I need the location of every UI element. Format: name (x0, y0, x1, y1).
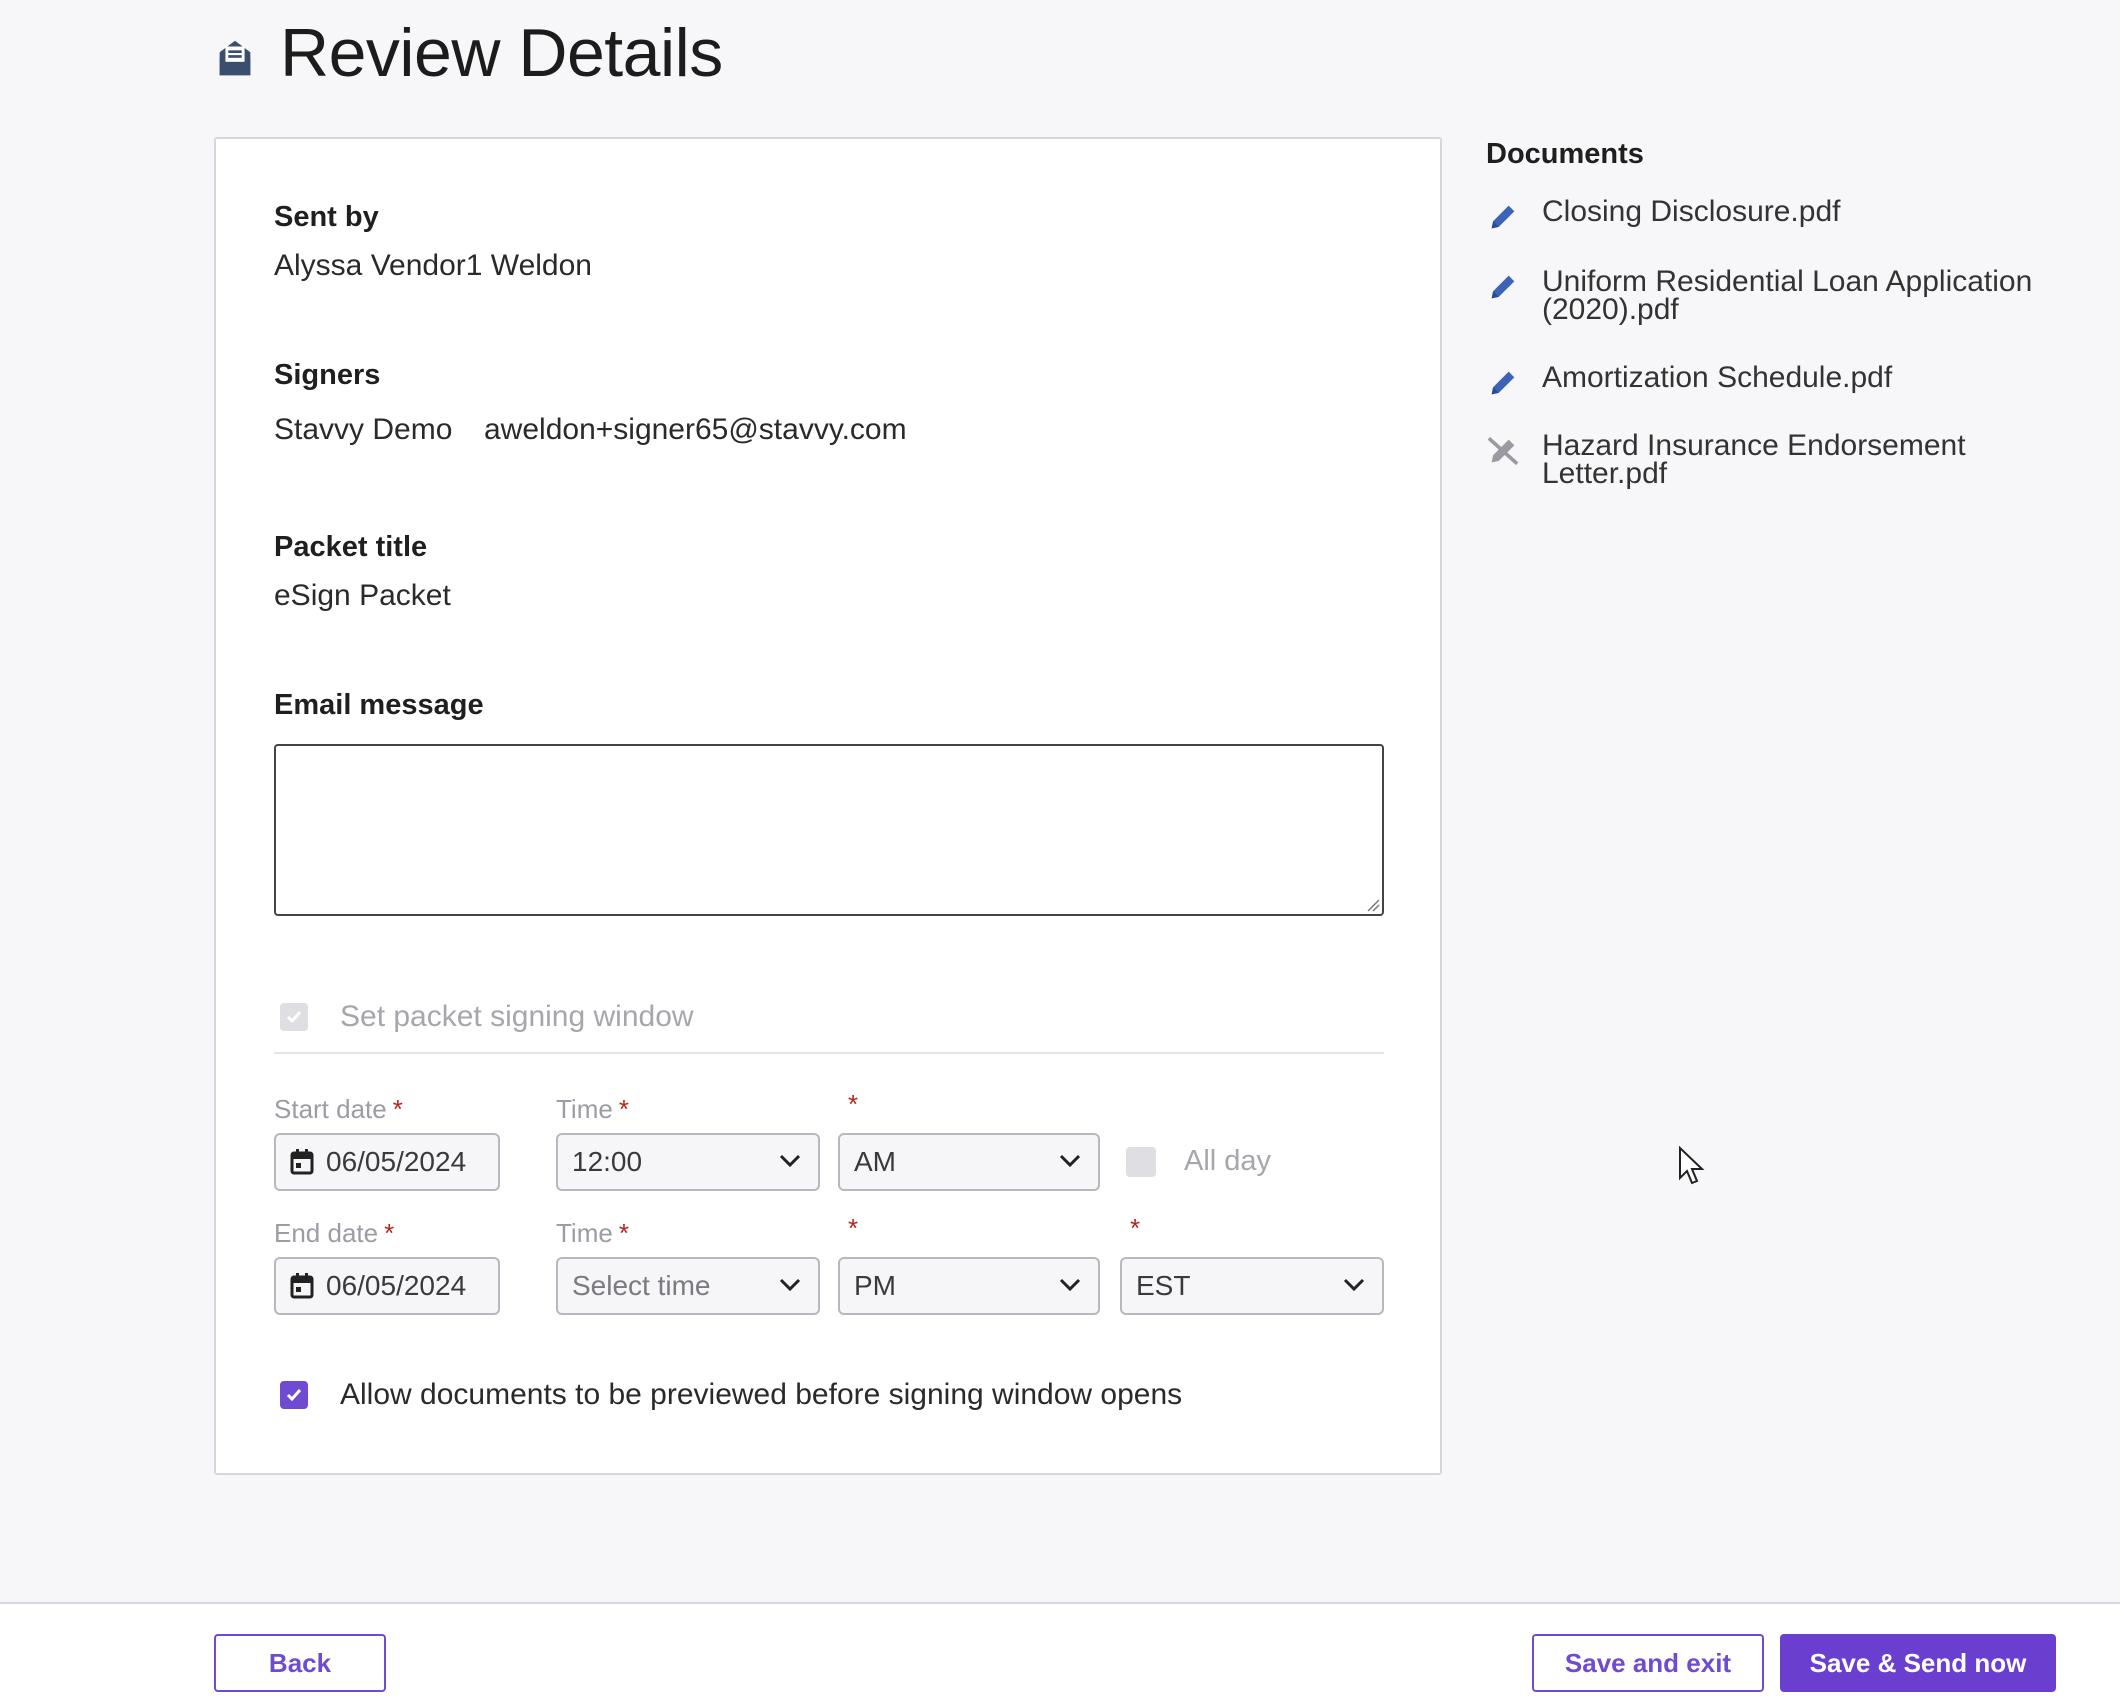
start-time-value: 12:00 (572, 1146, 643, 1177)
pencil-off-icon (1487, 436, 1519, 466)
documents-title: Documents (1486, 138, 1644, 170)
calendar-icon (290, 1273, 314, 1299)
end-time-placeholder: Select time (572, 1270, 711, 1301)
document-item[interactable]: Amortization Schedule.pdf (1486, 361, 2086, 400)
preview-checkbox[interactable] (280, 1381, 308, 1409)
signer-name: Stavvy Demo (274, 413, 453, 446)
start-ampm-required-mark: * (848, 1089, 859, 1119)
envelope-icon (219, 40, 251, 76)
sent-by-value: Alyssa Vendor1 Weldon (274, 249, 592, 282)
document-name: Hazard Insurance Endorsement Letter.pdf (1542, 429, 1966, 490)
save-and-exit-button[interactable]: Save and exit (1532, 1634, 1764, 1692)
pencil-icon (1491, 275, 1515, 299)
document-item[interactable]: Hazard Insurance Endorsement Letter.pdf (1486, 429, 2086, 490)
document-item[interactable]: Closing Disclosure.pdf (1486, 195, 2086, 234)
packet-title-value: eSign Packet (274, 579, 451, 612)
document-item[interactable]: Uniform Residential Loan Application (20… (1486, 265, 2086, 326)
checkmark-icon (286, 1389, 302, 1402)
signing-window-label: Set packet signing window (340, 1000, 694, 1033)
pencil-icon (1491, 205, 1515, 229)
chevron-down-icon (1343, 1278, 1365, 1292)
packet-title-label: Packet title (274, 531, 428, 563)
start-ampm-value: AM (854, 1146, 896, 1177)
document-name: Uniform Residential Loan Application (20… (1542, 265, 2033, 326)
signing-window-checkbox[interactable] (280, 1003, 308, 1031)
chevron-down-icon (1059, 1278, 1081, 1292)
start-date-label: Start date * (274, 1094, 403, 1124)
section-divider (274, 1052, 1384, 1054)
end-date-label: End date * (274, 1218, 395, 1248)
start-date-input[interactable]: 06/05/2024 (274, 1133, 500, 1191)
end-date-value: 06/05/2024 (326, 1270, 467, 1301)
chevron-down-icon (1059, 1154, 1081, 1168)
document-name: Closing Disclosure.pdf (1542, 195, 1841, 228)
end-ampm-required-mark: * (848, 1213, 859, 1243)
preview-label: Allow documents to be previewed before s… (340, 1378, 1183, 1411)
timezone-required-mark: * (1130, 1213, 1141, 1243)
page-header: Review Details (212, 14, 723, 92)
signers-label: Signers (274, 359, 381, 391)
end-ampm-value: PM (854, 1270, 896, 1301)
signer-email: aweldon+signer65@stavvy.com (484, 413, 907, 446)
documents-panel: Documents Closing Disclosure.pdf Uniform… (1486, 138, 2086, 489)
start-date-value: 06/05/2024 (326, 1146, 467, 1177)
end-ampm-select[interactable]: PM (838, 1257, 1100, 1315)
start-ampm-select[interactable]: AM (838, 1133, 1100, 1191)
calendar-icon (290, 1149, 314, 1175)
end-date-input[interactable]: 06/05/2024 (274, 1257, 500, 1315)
sent-by-label: Sent by (274, 201, 379, 233)
document-name: Amortization Schedule.pdf (1542, 361, 1893, 394)
email-message-textarea[interactable] (274, 744, 1384, 916)
chevron-down-icon (779, 1278, 801, 1292)
footer-bar: Back Save and exit Save & Send now (0, 1602, 2120, 1706)
page-title: Review Details (280, 15, 723, 91)
review-card: Sent by Alyssa Vendor1 Weldon Signers St… (214, 137, 1442, 1475)
end-time-label: Time * (556, 1218, 629, 1248)
email-message-label: Email message (274, 689, 484, 721)
resize-grip-icon[interactable] (1364, 896, 1380, 912)
all-day-checkbox[interactable] (1126, 1147, 1156, 1177)
checkmark-icon (286, 1011, 302, 1024)
start-time-select[interactable]: 12:00 (556, 1133, 820, 1191)
start-time-label: Time * (556, 1094, 629, 1124)
timezone-value: EST (1136, 1270, 1191, 1301)
pencil-icon (1491, 371, 1515, 395)
timezone-select[interactable]: EST (1120, 1257, 1384, 1315)
save-and-send-button[interactable]: Save & Send now (1780, 1634, 2056, 1692)
chevron-down-icon (779, 1154, 801, 1168)
mouse-cursor-icon (1679, 1146, 1705, 1185)
back-button[interactable]: Back (214, 1634, 386, 1692)
end-time-select[interactable]: Select time (556, 1257, 820, 1315)
all-day-label: All day (1184, 1145, 1272, 1177)
